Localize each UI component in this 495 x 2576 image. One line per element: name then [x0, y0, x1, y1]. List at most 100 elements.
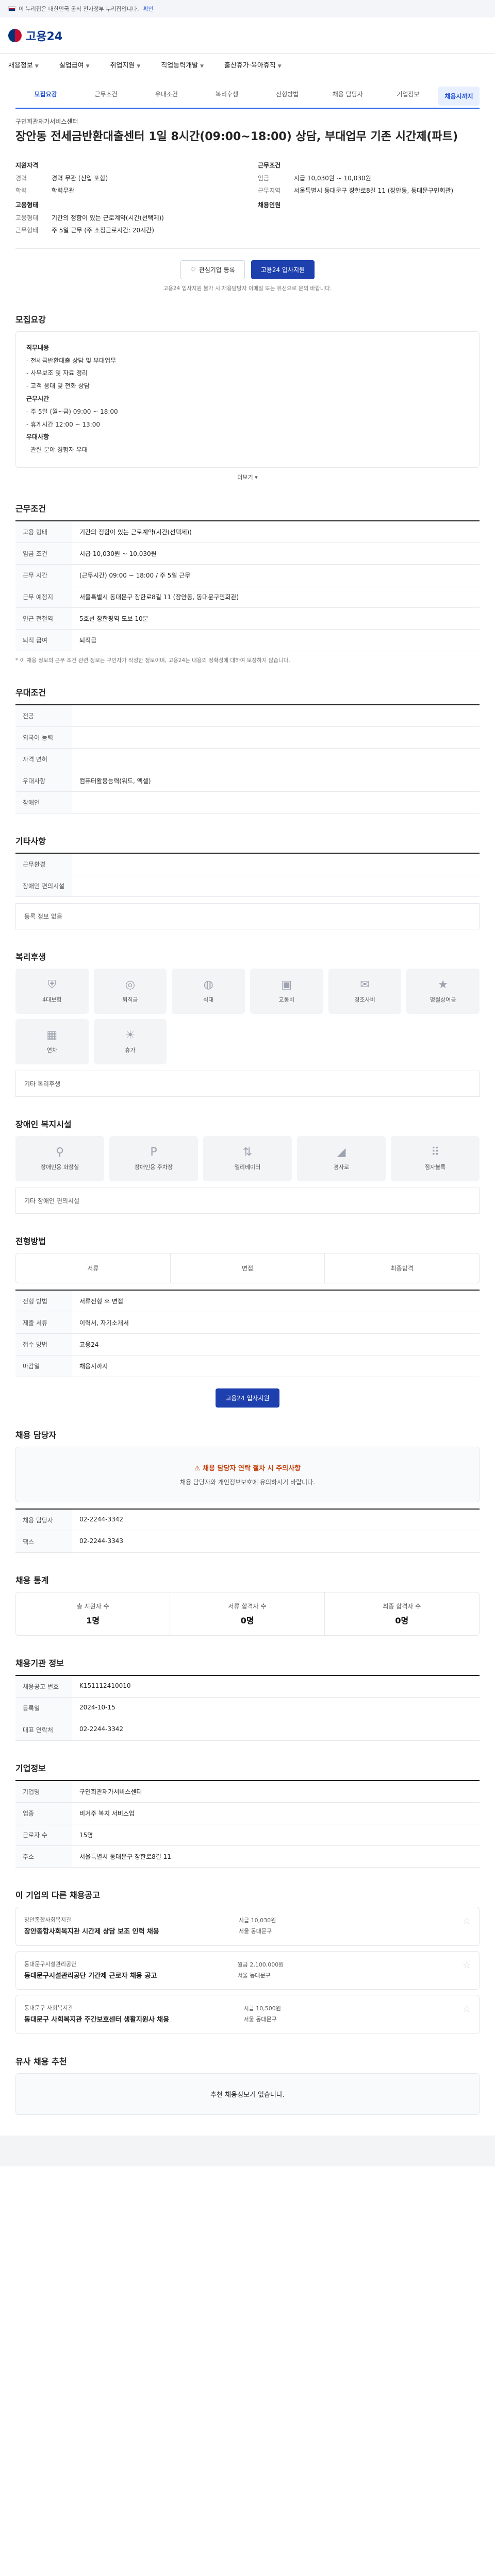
section-tabs: 모집요강 근무조건 우대조건 복리후생 전형방법 채용 담당자 기업정보 채용시…	[15, 84, 480, 109]
table-row: 대표 연락처 02-2244-3342	[15, 1719, 480, 1741]
gov-topbar: 이 누리집은 대한민국 공식 전자정부 누리집입니다. 확인	[0, 0, 495, 18]
meal-icon: ◍	[203, 978, 213, 992]
tab-conditions[interactable]: 근무조건	[76, 84, 136, 108]
stat-item: 서류 합격자 수 0명	[170, 1592, 325, 1635]
table-row: 제출 서류 이력서, 자기소개서	[15, 1312, 480, 1334]
summary-row: 임금 시급 10,030원 ~ 10,030원	[258, 174, 371, 182]
tab-welfare[interactable]: 복리후생	[196, 84, 257, 108]
manager-table: 채용 담당자 02-2244-3342 팩스 02-2244-3343	[15, 1508, 480, 1553]
tab-preference[interactable]: 우대조건	[136, 84, 196, 108]
selection-table: 전형 방법 서류전형 후 면접 제출 서류 이력서, 자기소개서 접수 방법 고용24…	[15, 1289, 480, 1377]
ramp-icon: ◢	[337, 1146, 346, 1159]
scrap-button[interactable]: ♡ 관심기업 등록	[180, 260, 245, 279]
more-button[interactable]: 더보기 ▾	[15, 473, 480, 481]
table-row: 장애인	[15, 791, 480, 814]
chevron-down-icon: ▼	[86, 64, 90, 69]
table-row: 근무 시간 (근무시간) 09:00 ~ 18:00 / 주 5일 근무	[15, 564, 480, 587]
section-title: 복리후생	[15, 952, 46, 962]
job-card-title[interactable]: 장안종합사회복지관 시간제 상담 보조 인력 채용	[24, 1927, 159, 1937]
manager-warning-box: ⚠ 채용 담당자 연락 절차 시 주의사항 채용 담당자와 개인정보보호에 유의…	[15, 1446, 480, 1502]
summary-heading: 지원자격	[15, 161, 39, 169]
apply-button[interactable]: 고용24 입사지원	[251, 260, 315, 279]
job-card-meta: 시급 10,030원 서울 동대문구	[238, 1917, 276, 1935]
welfare-section: 복리후생 ⛨ 4대보험 ◎ 퇴직금 ◍ 식대 ▣ 교통비 ✉ 경조사비 ★ 명절상여금 ▦ 연…	[15, 950, 480, 1097]
section-title: 장애인 복지시설	[15, 1119, 72, 1129]
table-row: 기업명 구민회관재가서비스센터	[15, 1780, 480, 1803]
summary-left: 지원자격 경력 경력 무관 (신입 포함) 학력 학력무관 고용형태 고용형태 기간의…	[15, 156, 237, 238]
tab-recruit[interactable]: 모집요강	[15, 84, 76, 108]
step-item: 최종합격	[390, 1264, 414, 1272]
site-header: 고용24	[0, 18, 495, 54]
company-name[interactable]: 구민회관재가서비스센터	[15, 117, 480, 126]
section-title: 기업정보	[15, 1763, 46, 1773]
manager-section: 채용 담당자 ⚠ 채용 담당자 연락 절차 시 주의사항 채용 담당자와 개인정…	[15, 1428, 480, 1553]
chevron-down-icon: ▼	[277, 64, 282, 69]
nav-item[interactable]: 직업능력개발 ▼	[161, 60, 204, 70]
welfare-item: ▣ 교통비	[250, 968, 323, 1014]
table-row: 팩스 02-2244-3343	[15, 1531, 480, 1553]
facility-item: ⚲ 장애인용 화장실	[15, 1136, 104, 1181]
facility-item: ◢ 경사로	[297, 1136, 386, 1181]
section-title: 모집요강	[15, 314, 46, 325]
star-icon[interactable]: ☆	[463, 1960, 471, 1981]
apply-button[interactable]: 고용24 입사지원	[216, 1388, 279, 1408]
restroom-icon: ⚲	[55, 1146, 64, 1159]
stats-section: 채용 통계 총 지원자 수 1명 서류 합격자 수 0명 최종 합격자 수 0명	[15, 1573, 480, 1636]
summary-row: 고용형태 기간의 정함이 있는 근로계약(시간(선택제))	[15, 214, 164, 222]
job-card-company: 장안종합사회복지관	[24, 1916, 72, 1923]
disability-grid: ⚲ 장애인용 화장실 P 장애인용 주차장 ⇅ 엘리베이터 ◢ 경사로 ⠿ 점자블록	[15, 1136, 480, 1181]
job-info-section: 채용기관 정보 채용공고 번호 K151112410010 등록일 2024-10-…	[15, 1656, 480, 1741]
summary-row: 학력 학력무관	[15, 187, 75, 194]
nav-item[interactable]: 채용정보 ▼	[8, 60, 39, 70]
gov-notice-link[interactable]: 확인	[143, 5, 154, 13]
stats-grid: 총 지원자 수 1명 서류 합격자 수 0명 최종 합격자 수 0명	[15, 1591, 480, 1636]
nav-item[interactable]: 취업지원 ▼	[110, 60, 141, 70]
star-icon[interactable]: ☆	[463, 1916, 471, 1937]
table-row: 장애인 편의시설	[15, 875, 480, 897]
summary-right: 근무조건 임금 시급 10,030원 ~ 10,030원 근무지역 서울특별시 동대…	[258, 156, 480, 238]
gov-notice: 이 누리집은 대한민국 공식 전자정부 누리집입니다.	[19, 6, 139, 12]
summary-heading: 고용형태	[15, 201, 39, 209]
chevron-down-icon: ▼	[137, 64, 141, 69]
job-info-table: 채용공고 번호 K151112410010 등록일 2024-10-15 대표 연락…	[15, 1674, 480, 1741]
apply-note: 고용24 입사지원 불가 시 채용담당자 이메일 또는 유선으로 문의 바랍니다…	[163, 285, 332, 292]
summary-heading: 근무조건	[258, 161, 281, 169]
job-card[interactable]: 동대문구시설관리공단 동대문구시설관리공단 기간제 근로자 채용 공고 월급 2…	[15, 1951, 480, 1990]
welfare-item: ★ 명절상여금	[406, 968, 480, 1014]
section-title: 채용기관 정보	[15, 1658, 64, 1668]
selection-section: 전형방법 서류 면접 최종합격 전형 방법 서류전형 후 면접 제출 서류 이력서,…	[15, 1234, 480, 1408]
section-title: 전형방법	[15, 1236, 46, 1246]
job-card-title[interactable]: 동대문구 사회복지관 주간보호센터 생활지원사 채용	[24, 2015, 169, 2025]
job-card-company: 동대문구 사회복지관	[24, 2005, 73, 2012]
bus-icon: ▣	[281, 978, 292, 992]
star-icon[interactable]: ☆	[463, 2004, 471, 2025]
job-card[interactable]: 장안종합사회복지관 장안종합사회복지관 시간제 상담 보조 인력 채용 시급 1…	[15, 1906, 480, 1946]
manager-text: 채용 담당자와 개인정보보호에 유의하시기 바랍니다.	[180, 1478, 315, 1486]
summary-row: 근무지역 서울특별시 동대문구 장한로8길 11 (장안동, 동대문구민회관)	[258, 187, 454, 194]
tab-manager[interactable]: 채용 담당자	[318, 84, 378, 108]
job-card-meta: 시급 10,500원 서울 동대문구	[243, 2005, 281, 2023]
job-card[interactable]: 동대문구 사회복지관 동대문구 사회복지관 주간보호센터 생활지원사 채용 시급…	[15, 1995, 480, 2035]
job-card-meta: 월급 2,100,000원 서울 동대문구	[237, 1961, 284, 1979]
main-nav: 채용정보 ▼ 실업급여 ▼ 취업지원 ▼ 직업능력개발 ▼ 출산휴가·육아휴직 ▼	[0, 54, 495, 76]
table-row: 근무환경	[15, 853, 480, 875]
section-title: 이 기업의 다른 채용공고	[15, 1890, 100, 1900]
related-section: 이 기업의 다른 채용공고 장안종합사회복지관 장안종합사회복지관 시간제 상담…	[15, 1888, 480, 2035]
nav-item[interactable]: 실업급여 ▼	[59, 60, 90, 70]
nav-item[interactable]: 출산휴가·육아휴직 ▼	[224, 60, 282, 70]
logo-icon[interactable]	[8, 28, 22, 42]
table-row: 채용 담당자 02-2244-3342	[15, 1509, 480, 1531]
stat-item: 최종 합격자 수 0명	[383, 1602, 421, 1625]
table-row: 주소 서울특별시 동대문구 장한로8길 11	[15, 1845, 480, 1868]
shield-icon: ⛨	[47, 978, 57, 992]
table-row: 업종 비거주 복지 서비스업	[15, 1802, 480, 1824]
job-card-title[interactable]: 동대문구시설관리공단 기간제 근로자 채용 공고	[24, 1971, 157, 1981]
table-row: 우대사항 컴퓨터활용능력(워드, 엑셀)	[15, 770, 480, 792]
deadline-badge: 채용시까지	[438, 87, 480, 106]
tab-company[interactable]: 기업정보	[378, 84, 438, 108]
table-row: 마감일 채용시까지	[15, 1355, 480, 1377]
tab-selection[interactable]: 전형방법	[257, 84, 318, 108]
action-bar: ♡ 관심기업 등록 고용24 입사지원	[15, 260, 480, 279]
table-row: 전형 방법 서류전형 후 면접	[15, 1290, 480, 1312]
site-logo[interactable]: 고용24	[26, 27, 62, 44]
